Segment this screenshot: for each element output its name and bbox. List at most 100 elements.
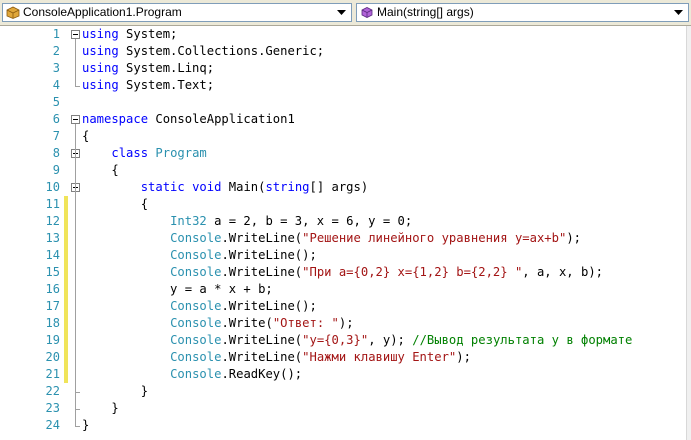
code-line-23[interactable]: 23 } xyxy=(0,400,687,417)
change-marker xyxy=(64,230,68,247)
code-line-15[interactable]: 15 Console.WriteLine("При a={0,2} x={1,2… xyxy=(0,264,687,281)
line-number: 19 xyxy=(45,333,60,347)
code-token: Console xyxy=(170,333,222,347)
line-number: 15 xyxy=(45,265,60,279)
code-token: namespace xyxy=(82,112,149,126)
code-token: .WriteLine( xyxy=(221,265,303,279)
line-number: 9 xyxy=(52,163,60,177)
change-marker xyxy=(64,196,68,213)
code-token: Program xyxy=(155,146,207,160)
outline-guide-end xyxy=(75,86,80,87)
class-selector-dropdown[interactable]: ConsoleApplication1.Program xyxy=(2,3,352,22)
line-number: 14 xyxy=(45,248,60,262)
line-number: 7 xyxy=(52,129,60,143)
code-token: y = a * x + b; xyxy=(82,282,273,296)
code-token: using xyxy=(82,44,119,58)
change-marker xyxy=(64,366,68,383)
code-line-22[interactable]: 22 } xyxy=(0,383,687,400)
code-text: Console.WriteLine("y={0,3}", y); //Вывод… xyxy=(82,332,632,349)
code-line-11[interactable]: 11 { xyxy=(0,196,687,213)
collapse-icon[interactable] xyxy=(71,115,80,124)
code-token: "y={0,3}" xyxy=(302,333,369,347)
code-token: Console xyxy=(170,248,222,262)
code-token: using xyxy=(82,27,119,41)
code-text: Console.WriteLine("При a={0,2} x={1,2} b… xyxy=(82,264,603,281)
code-token: void xyxy=(192,180,222,194)
code-line-4[interactable]: 4 using System.Text; xyxy=(0,77,687,94)
code-text: using System; xyxy=(82,26,177,43)
code-line-12[interactable]: 12 Int32 a = 2, b = 3, x = 6, y = 0; xyxy=(0,213,687,230)
code-token: ); xyxy=(566,231,581,245)
collapse-icon[interactable] xyxy=(71,30,80,39)
code-token: { xyxy=(82,129,90,143)
code-token: using xyxy=(82,61,119,75)
line-number: 21 xyxy=(45,367,60,381)
code-token: .Write( xyxy=(221,316,273,330)
code-text: using System.Linq; xyxy=(82,60,214,77)
chevron-down-icon[interactable] xyxy=(334,5,349,20)
code-text: { xyxy=(82,128,89,145)
code-text: } xyxy=(82,417,89,434)
change-marker xyxy=(64,298,68,315)
code-line-2[interactable]: 2 using System.Collections.Generic; xyxy=(0,43,687,60)
member-selector-dropdown[interactable]: Main(string[] args) xyxy=(356,3,689,22)
code-line-19[interactable]: 19 Console.WriteLine("y={0,3}", y); //Вы… xyxy=(0,332,687,349)
code-token: ); xyxy=(338,316,354,330)
code-line-21[interactable]: 21 Console.ReadKey(); xyxy=(0,366,687,383)
code-token: .WriteLine(); xyxy=(221,299,317,313)
code-text: Console.WriteLine(); xyxy=(82,247,317,264)
code-text: } xyxy=(82,383,148,400)
code-line-3[interactable]: 3 using System.Linq; xyxy=(0,60,687,77)
line-number: 3 xyxy=(52,61,60,75)
code-token: } xyxy=(82,401,119,415)
code-line-13[interactable]: 13 Console.WriteLine("Решение линейного … xyxy=(0,230,687,247)
code-line-14[interactable]: 14 Console.WriteLine(); xyxy=(0,247,687,264)
code-token: System.Text; xyxy=(118,78,215,92)
line-number: 8 xyxy=(52,146,60,160)
code-line-8[interactable]: 8 class Program xyxy=(0,145,687,162)
code-text: { xyxy=(82,162,118,179)
code-text: class Program xyxy=(82,145,207,162)
line-number: 22 xyxy=(45,384,60,398)
code-line-10[interactable]: 10 static void Main(string[] args) xyxy=(0,179,687,196)
outline-guide xyxy=(75,39,76,86)
code-token: "Решение линейного уравнения y=ax+b" xyxy=(302,231,567,245)
code-token: "Ответ: " xyxy=(272,316,339,330)
method-icon xyxy=(360,6,374,19)
code-token: System.Collections.Generic; xyxy=(118,44,325,58)
navigation-bar: ConsoleApplication1.Program Main(string[… xyxy=(0,0,691,26)
line-number: 6 xyxy=(52,112,60,126)
class-selector-value: ConsoleApplication1.Program xyxy=(23,5,182,19)
code-text: Console.WriteLine(); xyxy=(82,298,317,315)
line-number: 13 xyxy=(45,231,60,245)
code-line-1[interactable]: 1 using System; xyxy=(0,26,687,43)
code-text: static void Main(string[] args) xyxy=(82,179,369,196)
code-line-9[interactable]: 9 { xyxy=(0,162,687,179)
code-line-17[interactable]: 17 Console.WriteLine(); xyxy=(0,298,687,315)
code-line-16[interactable]: 16 y = a * x + b; xyxy=(0,281,687,298)
code-line-6[interactable]: 6 namespace ConsoleApplication1 xyxy=(0,111,687,128)
code-line-24[interactable]: 24} xyxy=(0,417,687,434)
code-line-18[interactable]: 18 Console.Write("Ответ: "); xyxy=(0,315,687,332)
code-token: //Вывод результата y в формате xyxy=(412,333,633,347)
code-token: } xyxy=(82,384,149,398)
code-text: Int32 a = 2, b = 3, x = 6, y = 0; xyxy=(82,213,412,230)
code-editor[interactable]: 1 using System; 2 using System.Collections.… xyxy=(0,26,691,440)
change-marker xyxy=(64,349,68,366)
chevron-down-icon[interactable] xyxy=(671,5,686,20)
line-number: 4 xyxy=(52,78,60,92)
code-token: Console xyxy=(170,265,222,279)
code-token: string xyxy=(265,180,310,194)
code-token: Console xyxy=(170,367,222,381)
code-line-5[interactable]: 5 xyxy=(0,94,687,111)
code-line-20[interactable]: 20 Console.WriteLine("Нажми клавишу Ente… xyxy=(0,349,687,366)
code-token: "Нажми клавишу Enter" xyxy=(302,350,457,364)
code-token: Console xyxy=(170,316,222,330)
code-text: using System.Text; xyxy=(82,77,214,94)
code-line-7[interactable]: 7{ xyxy=(0,128,687,145)
